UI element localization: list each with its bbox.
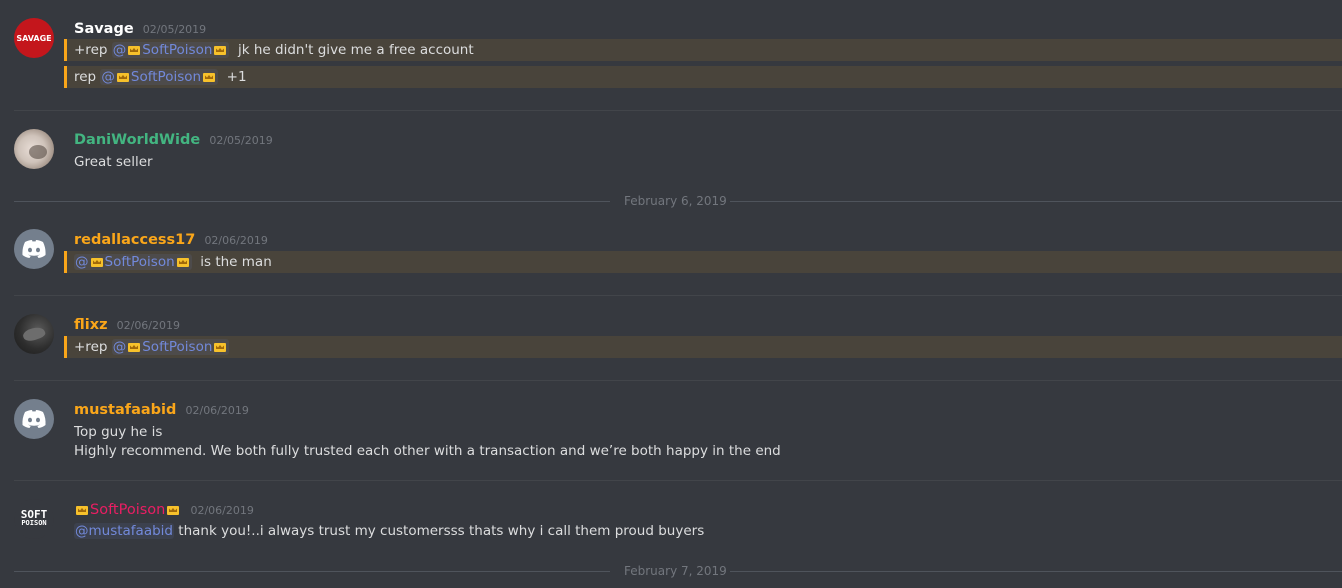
message-line: @mustafaabid thank you!..i always trust …	[66, 520, 1342, 542]
date-divider: February 6, 2019	[14, 194, 1342, 208]
avatar[interactable]: SOFT POISON	[14, 499, 54, 539]
avatar[interactable]	[14, 314, 54, 354]
message-text: +1	[218, 69, 247, 85]
date-divider-label: February 6, 2019	[624, 194, 727, 208]
message-line: rep @ SoftPoison +1	[64, 66, 1342, 88]
message-text: rep	[74, 69, 101, 85]
mention[interactable]: @mustafaabid	[74, 523, 174, 539]
crown-icon	[128, 46, 140, 55]
username[interactable]: DaniWorldWide	[74, 132, 200, 148]
timestamp: 02/05/2019	[142, 23, 207, 36]
date-divider: February 7, 2019	[14, 564, 1342, 578]
username[interactable]: Savage	[74, 21, 134, 37]
message-text: is the man	[191, 254, 272, 270]
username[interactable]: flixz	[74, 317, 108, 333]
message-header: mustafaabid 02/06/2019	[74, 400, 249, 420]
avatar[interactable]	[14, 129, 54, 169]
discord-logo-icon	[22, 240, 46, 258]
message-text: jk he didn't give me a free account	[229, 42, 474, 58]
timestamp: 02/06/2019	[116, 319, 181, 332]
chat-messages: SAVAGE Savage 02/05/2019 +rep @ SoftPoiso…	[0, 0, 1342, 588]
message-text: +rep	[74, 339, 112, 355]
crown-icon	[214, 46, 226, 55]
message-divider	[14, 380, 1342, 381]
message-line: Great seller	[66, 151, 1342, 173]
username[interactable]: redallaccess17	[74, 232, 195, 248]
message-text: Top guy he is	[74, 424, 163, 440]
user-photo-icon	[21, 324, 47, 344]
message-divider	[14, 295, 1342, 296]
timestamp: 02/06/2019	[204, 234, 268, 247]
savage-logo-icon: SAVAGE	[16, 33, 52, 43]
mention[interactable]: @ SoftPoison	[100, 69, 219, 85]
message-line: Highly recommend. We both fully trusted …	[66, 440, 1342, 462]
message-text: Highly recommend. We both fully trusted …	[74, 443, 781, 459]
timestamp: 02/06/2019	[185, 404, 249, 417]
mention[interactable]: @ SoftPoison	[74, 254, 192, 270]
message-header: Savage 02/05/2019	[74, 19, 206, 39]
message-divider	[14, 480, 1342, 481]
message-line: +rep @ SoftPoison	[64, 336, 1342, 358]
crown-icon	[167, 506, 179, 515]
message-text: +rep	[74, 42, 112, 58]
message-text: thank you!..i always trust my customerss…	[174, 523, 705, 539]
mention[interactable]: @ SoftPoison	[111, 339, 230, 355]
crown-icon	[177, 258, 189, 267]
crown-icon	[214, 343, 226, 352]
message-line: +rep @ SoftPoison jk he didn't give me a …	[64, 39, 1342, 61]
message-line: @ SoftPoison is the man	[64, 251, 1342, 273]
message-header: SoftPoison 02/06/2019	[74, 500, 254, 520]
username[interactable]: mustafaabid	[74, 402, 176, 418]
timestamp: 02/05/2019	[209, 134, 273, 147]
crown-icon	[203, 73, 215, 82]
discord-logo-icon	[22, 410, 46, 428]
mention[interactable]: @ SoftPoison	[111, 42, 230, 58]
message-header: DaniWorldWide 02/05/2019	[74, 130, 273, 150]
avatar[interactable]	[14, 399, 54, 439]
message-header: redallaccess17 02/06/2019	[74, 230, 268, 250]
date-divider-label: February 7, 2019	[624, 564, 727, 578]
username[interactable]: SoftPoison	[90, 502, 165, 518]
softpoison-logo-icon: SOFT POISON	[20, 508, 48, 527]
avatar[interactable]: SAVAGE	[14, 18, 54, 58]
crown-icon	[128, 343, 140, 352]
crown-icon	[91, 258, 103, 267]
message-header: flixz 02/06/2019	[74, 315, 180, 335]
timestamp: 02/06/2019	[190, 504, 254, 517]
user-photo-icon	[29, 145, 47, 159]
crown-icon	[76, 506, 88, 515]
message-divider	[14, 110, 1342, 111]
avatar[interactable]	[14, 229, 54, 269]
message-text: Great seller	[74, 154, 153, 170]
crown-icon	[117, 73, 129, 82]
